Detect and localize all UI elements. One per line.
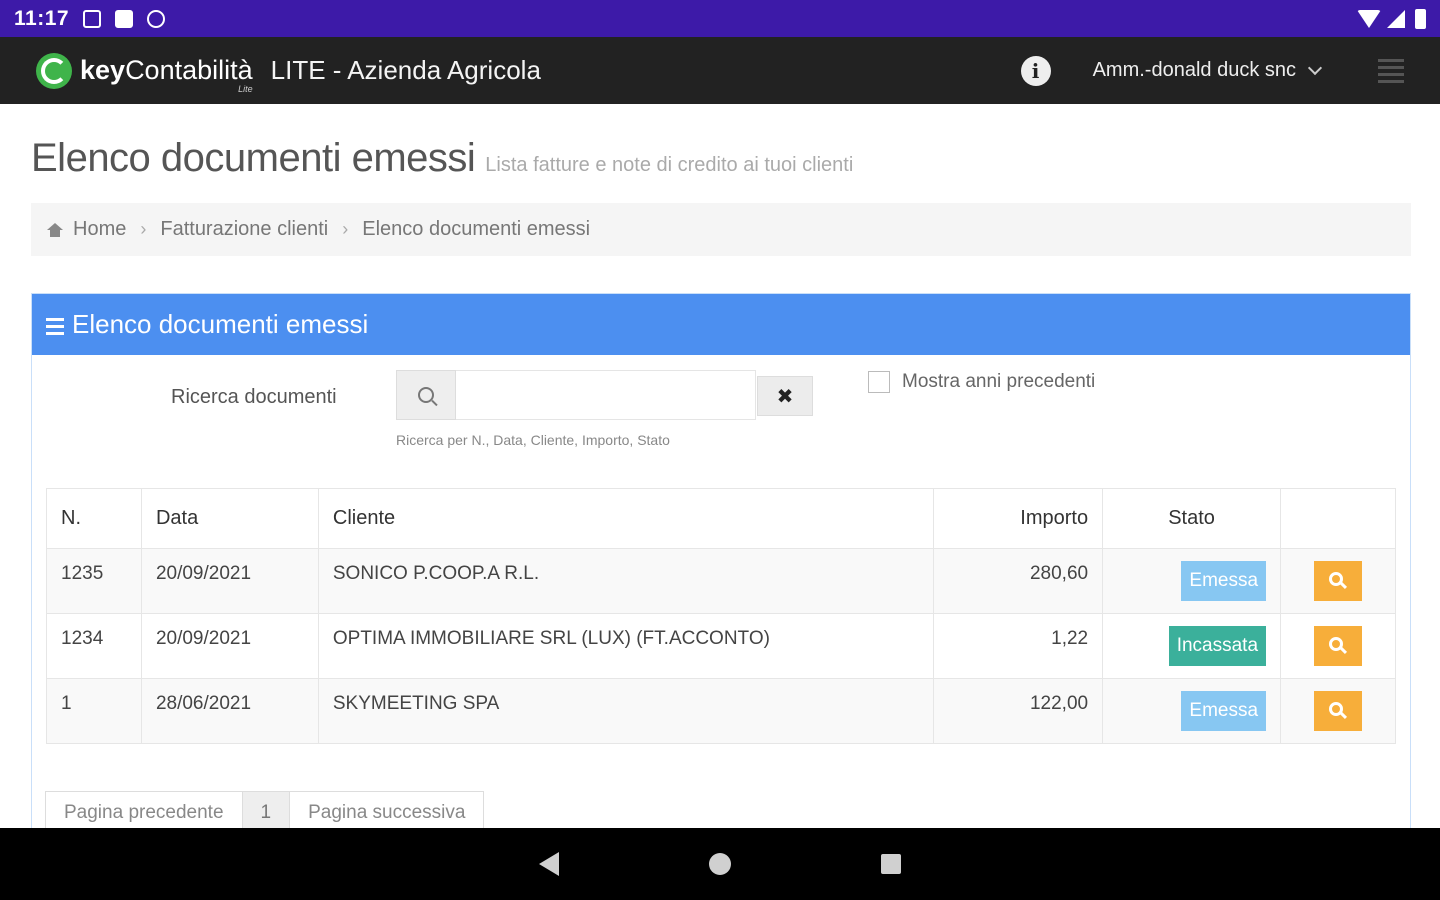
documents-table: N. Data Cliente Importo Stato 1235 20/09… bbox=[46, 488, 1396, 744]
cell-data: 20/09/2021 bbox=[140, 548, 319, 614]
status-badge: Emessa bbox=[1181, 561, 1267, 601]
info-icon[interactable]: i bbox=[1020, 55, 1051, 86]
brand-regular: Contabilità bbox=[125, 55, 253, 85]
cell-cliente: OPTIMA IMMOBILIARE SRL (LUX) (FT.ACCONTO… bbox=[317, 613, 935, 679]
view-document-button[interactable] bbox=[1314, 691, 1363, 731]
col-header-actions bbox=[1280, 488, 1396, 549]
col-header-cliente[interactable]: Cliente bbox=[317, 488, 935, 549]
recents-icon[interactable] bbox=[881, 854, 901, 874]
cell-n: 1234 bbox=[46, 613, 142, 679]
sd-card-icon bbox=[115, 9, 134, 28]
logo-icon[interactable] bbox=[36, 52, 72, 89]
app-header: keyContabilità Lite LITE - Azienda Agric… bbox=[0, 37, 1440, 104]
page-subtitle: Lista fatture e note di credito ai tuoi … bbox=[485, 154, 854, 176]
home-icon bbox=[47, 222, 63, 237]
app-title: LITE - Azienda Agricola bbox=[270, 55, 541, 85]
zoom-icon bbox=[1329, 702, 1344, 716]
close-icon: ✖ bbox=[776, 385, 794, 408]
documents-panel: Elenco documenti emessi Ricerca document… bbox=[31, 293, 1411, 853]
breadcrumb-separator: › bbox=[140, 219, 147, 239]
show-previous-years-label: Mostra anni precedenti bbox=[902, 371, 1096, 392]
signal-icon bbox=[1387, 9, 1405, 28]
show-previous-years-toggle[interactable]: Mostra anni precedenti bbox=[868, 371, 1095, 393]
cell-stato: Emessa bbox=[1102, 548, 1282, 614]
breadcrumb-home[interactable]: Home bbox=[73, 218, 126, 241]
search-icon bbox=[418, 387, 434, 403]
zoom-icon bbox=[1329, 572, 1344, 586]
cell-cliente: SONICO P.COOP.A R.L. bbox=[317, 548, 935, 614]
clear-search-button[interactable]: ✖ bbox=[757, 376, 813, 416]
brand-logo[interactable]: keyContabilità Lite bbox=[80, 55, 253, 94]
col-header-importo[interactable]: Importo bbox=[933, 488, 1104, 549]
home-nav-icon[interactable] bbox=[709, 853, 731, 875]
status-indicators bbox=[1357, 8, 1426, 29]
show-previous-years-checkbox[interactable] bbox=[868, 371, 890, 393]
cell-importo: 122,00 bbox=[933, 678, 1104, 744]
user-menu-label: Amm.-donald duck snc bbox=[1092, 59, 1296, 81]
page-heading: Elenco documenti emessi Lista fatture e … bbox=[31, 136, 853, 181]
wifi-icon bbox=[1357, 9, 1381, 28]
table-header-row: N. Data Cliente Importo Stato bbox=[46, 488, 1396, 549]
cell-n: 1 bbox=[46, 678, 142, 744]
cell-stato: Incassata bbox=[1102, 613, 1282, 679]
status-bar: 11:17 bbox=[0, 0, 1440, 37]
cell-importo: 1,22 bbox=[933, 613, 1104, 679]
photo-icon bbox=[83, 9, 102, 28]
status-time: 11:17 bbox=[14, 6, 70, 30]
col-header-stato[interactable]: Stato bbox=[1102, 488, 1282, 549]
breadcrumb-fatturazione[interactable]: Fatturazione clienti bbox=[160, 218, 328, 241]
hamburger-icon[interactable] bbox=[1378, 58, 1404, 83]
view-document-button[interactable] bbox=[1314, 561, 1363, 601]
sync-icon bbox=[147, 9, 166, 28]
status-badge: Incassata bbox=[1168, 626, 1267, 666]
panel-title: Elenco documenti emessi bbox=[72, 309, 369, 339]
cell-data: 20/09/2021 bbox=[140, 613, 319, 679]
user-menu[interactable]: Amm.-donald duck snc bbox=[1092, 59, 1323, 82]
cell-cliente: SKYMEETING SPA bbox=[317, 678, 935, 744]
search-help-text: Ricerca per N., Data, Cliente, Importo, … bbox=[396, 432, 670, 448]
table-row: 1235 20/09/2021 SONICO P.COOP.A R.L. 280… bbox=[46, 548, 1396, 614]
search-input[interactable] bbox=[456, 370, 756, 420]
table-row: 1 28/06/2021 SKYMEETING SPA 122,00 Emess… bbox=[46, 678, 1396, 744]
col-header-n[interactable]: N. bbox=[46, 488, 142, 549]
search-addon bbox=[396, 370, 456, 420]
breadcrumb-separator: › bbox=[342, 219, 349, 239]
search-row: Ricerca documenti ✖ Ricerca per N., Data… bbox=[32, 370, 1410, 460]
cell-n: 1235 bbox=[46, 548, 142, 614]
cell-importo: 280,60 bbox=[933, 548, 1104, 614]
battery-icon bbox=[1415, 8, 1426, 29]
menu-icon bbox=[46, 318, 64, 335]
panel-header: Elenco documenti emessi bbox=[32, 294, 1410, 355]
cell-actions bbox=[1280, 548, 1396, 614]
cell-actions bbox=[1280, 678, 1396, 744]
chevron-down-icon bbox=[1307, 60, 1323, 75]
page-title: Elenco documenti emessi bbox=[31, 136, 476, 180]
cell-data: 28/06/2021 bbox=[140, 678, 319, 744]
breadcrumb-current: Elenco documenti emessi bbox=[362, 218, 591, 240]
view-document-button[interactable] bbox=[1314, 626, 1363, 666]
zoom-icon bbox=[1329, 637, 1344, 651]
table-row: 1234 20/09/2021 OPTIMA IMMOBILIARE SRL (… bbox=[46, 613, 1396, 679]
status-badge: Emessa bbox=[1181, 691, 1267, 731]
col-header-data[interactable]: Data bbox=[140, 488, 319, 549]
navigation-bar bbox=[0, 828, 1440, 900]
cell-stato: Emessa bbox=[1102, 678, 1282, 744]
back-icon[interactable] bbox=[539, 852, 559, 876]
brand-bold: key bbox=[80, 55, 126, 85]
brand-sub: Lite bbox=[238, 84, 253, 94]
cell-actions bbox=[1280, 613, 1396, 679]
breadcrumb: Home › Fatturazione clienti › Elenco doc… bbox=[31, 203, 1411, 256]
search-label: Ricerca documenti bbox=[171, 386, 337, 408]
